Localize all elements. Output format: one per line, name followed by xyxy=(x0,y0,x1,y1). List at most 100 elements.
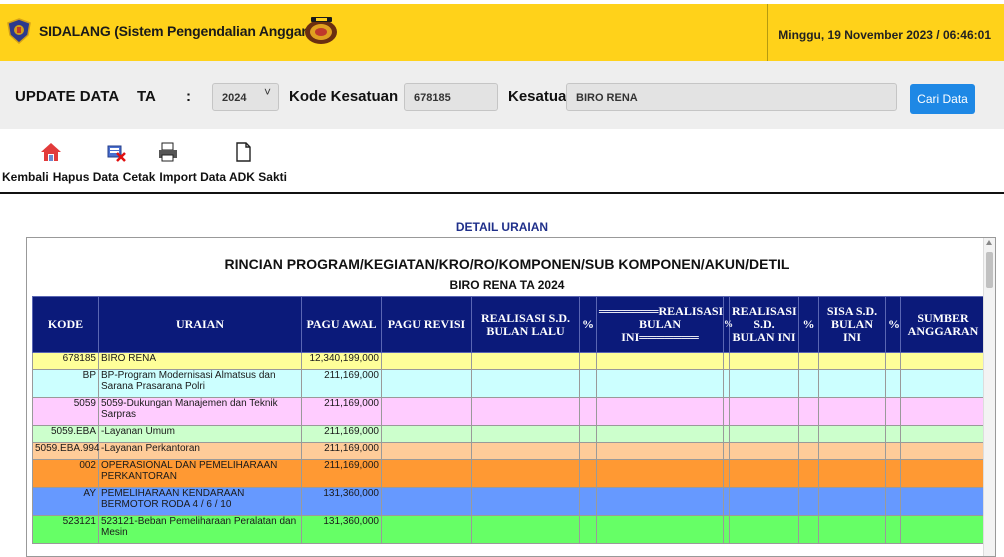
pagu-awal-cell: 12,340,199,000 xyxy=(301,352,382,370)
kode-kesatuan-field[interactable]: 678185 xyxy=(404,83,498,111)
empty-cell xyxy=(818,459,886,488)
empty-cell xyxy=(596,515,724,544)
column-header: PAGU AWAL xyxy=(301,296,382,353)
uraian-cell: 523121-Beban Pemeliharaan Peralatan dan … xyxy=(98,515,302,544)
action-toolbar: Kembali Hapus Data Cetak Import Data ADK Sa… xyxy=(0,129,1004,194)
empty-cell xyxy=(900,515,986,544)
empty-cell xyxy=(885,459,901,488)
printer-icon[interactable] xyxy=(157,141,179,163)
empty-cell xyxy=(471,515,580,544)
empty-cell xyxy=(596,442,724,460)
pagu-awal-cell: 211,169,000 xyxy=(301,459,382,488)
empty-cell xyxy=(471,425,580,443)
empty-cell xyxy=(885,397,901,426)
kode-cell: 5059 xyxy=(32,397,99,426)
empty-cell xyxy=(471,487,580,516)
empty-cell xyxy=(579,397,597,426)
pagu-awal-cell: 211,169,000 xyxy=(301,442,382,460)
delete-data-link[interactable]: Hapus Data xyxy=(53,170,119,184)
empty-cell xyxy=(798,442,819,460)
empty-cell xyxy=(579,442,597,460)
empty-cell xyxy=(381,442,472,460)
column-header: % xyxy=(579,296,597,353)
table-row: 5059.EBA.994 -Layanan Perkantoran 211,169,… xyxy=(32,442,986,460)
empty-cell xyxy=(596,397,724,426)
empty-cell xyxy=(729,425,799,443)
chevron-down-icon[interactable]: ˅ xyxy=(264,85,271,99)
uraian-cell: BIRO RENA xyxy=(98,352,302,370)
police-badge-icon xyxy=(7,18,31,44)
empty-cell xyxy=(579,425,597,443)
empty-cell xyxy=(885,352,901,370)
table-body: 678185 BIRO RENA 12,340,199,000 BP BP-Progra… xyxy=(32,352,986,544)
kode-cell: BP xyxy=(32,369,99,398)
table-header-row: KODE URAIAN PAGU AWAL PAGU REVISI REALIS… xyxy=(32,296,986,353)
empty-cell xyxy=(900,352,986,370)
empty-cell xyxy=(900,487,986,516)
section-title: DETAIL URAIAN xyxy=(455,220,549,234)
empty-cell xyxy=(381,515,472,544)
print-link[interactable]: Cetak xyxy=(123,170,156,184)
scrollbar-thumb[interactable] xyxy=(986,252,993,288)
app-title: SIDALANG (Sistem Pengendalian Anggaran) xyxy=(39,23,328,39)
empty-cell xyxy=(900,442,986,460)
vertical-scrollbar[interactable] xyxy=(983,238,995,556)
uraian-cell: -Layanan Perkantoran xyxy=(98,442,302,460)
table-row: 5059 5059-Dukungan Manajemen dan Teknik S… xyxy=(32,397,986,426)
empty-cell xyxy=(729,352,799,370)
current-datetime: Minggu, 19 November 2023 / 06:46:01 xyxy=(778,28,991,42)
kesatuan-field[interactable]: BIRO RENA xyxy=(566,83,897,111)
empty-cell xyxy=(798,459,819,488)
empty-cell xyxy=(818,397,886,426)
empty-cell xyxy=(471,442,580,460)
empty-cell xyxy=(381,487,472,516)
empty-cell xyxy=(818,487,886,516)
report-subheading: BIRO RENA TA 2024 xyxy=(449,278,565,292)
toolbar-labels: Kembali Hapus Data Cetak Import Data ADK Sa… xyxy=(2,170,291,184)
table-row: 5059.EBA -Layanan Umum 211,169,000 xyxy=(32,425,986,443)
empty-cell xyxy=(579,369,597,398)
document-import-icon[interactable] xyxy=(232,141,254,163)
pagu-awal-cell: 211,169,000 xyxy=(301,369,382,398)
empty-cell xyxy=(798,515,819,544)
empty-cell xyxy=(798,425,819,443)
column-header: ═══════REALISASI BULAN INI═══════ xyxy=(596,296,724,353)
column-header: URAIAN xyxy=(98,296,302,353)
delete-data-icon[interactable] xyxy=(105,141,127,163)
update-data-label: UPDATE DATA xyxy=(15,88,120,105)
import-link[interactable]: Import Data ADK Sakti xyxy=(159,170,287,184)
table-row: 523121 523121-Beban Pemeliharaan Peralata… xyxy=(32,515,986,544)
empty-cell xyxy=(900,397,986,426)
app-header: SIDALANG (Sistem Pengendalian Anggaran) … xyxy=(0,0,1004,61)
kode-cell: 5059.EBA xyxy=(32,425,99,443)
empty-cell xyxy=(471,397,580,426)
empty-cell xyxy=(900,425,986,443)
uraian-cell: 5059-Dukungan Manajemen dan Teknik Sarpr… xyxy=(98,397,302,426)
uraian-cell: -Layanan Umum xyxy=(98,425,302,443)
table-row: 002 OPERASIONAL DAN PEMELIHARAAN PERKANTO… xyxy=(32,459,986,488)
pagu-awal-cell: 211,169,000 xyxy=(301,425,382,443)
back-link[interactable]: Kembali xyxy=(2,170,49,184)
report-heading: RINCIAN PROGRAM/KEGIATAN/KRO/RO/KOMPONEN… xyxy=(224,256,790,272)
empty-cell xyxy=(885,487,901,516)
kode-cell: 002 xyxy=(32,459,99,488)
empty-cell xyxy=(579,515,597,544)
column-header: SISA S.D. BULAN INI xyxy=(818,296,886,353)
kode-kesatuan-label: Kode Kesatuan xyxy=(289,88,399,105)
scroll-up-arrow-icon[interactable] xyxy=(986,240,992,245)
table-row: 678185 BIRO RENA 12,340,199,000 xyxy=(32,352,986,370)
empty-cell xyxy=(885,515,901,544)
home-icon[interactable] xyxy=(40,141,62,163)
ta-label: TA xyxy=(137,88,156,105)
empty-cell xyxy=(381,459,472,488)
empty-cell xyxy=(729,487,799,516)
column-header: % xyxy=(885,296,901,353)
police-emblem-icon xyxy=(305,17,337,44)
column-header: PAGU REVISI xyxy=(381,296,472,353)
pagu-awal-cell: 131,360,000 xyxy=(301,487,382,516)
column-header: REALISASI S.D. BULAN LALU xyxy=(471,296,580,353)
table-row: BP BP-Program Modernisasi Almatsus dan Sa… xyxy=(32,369,986,398)
empty-cell xyxy=(471,352,580,370)
search-button[interactable]: Cari Data xyxy=(910,84,975,114)
column-header: KODE xyxy=(32,296,99,353)
